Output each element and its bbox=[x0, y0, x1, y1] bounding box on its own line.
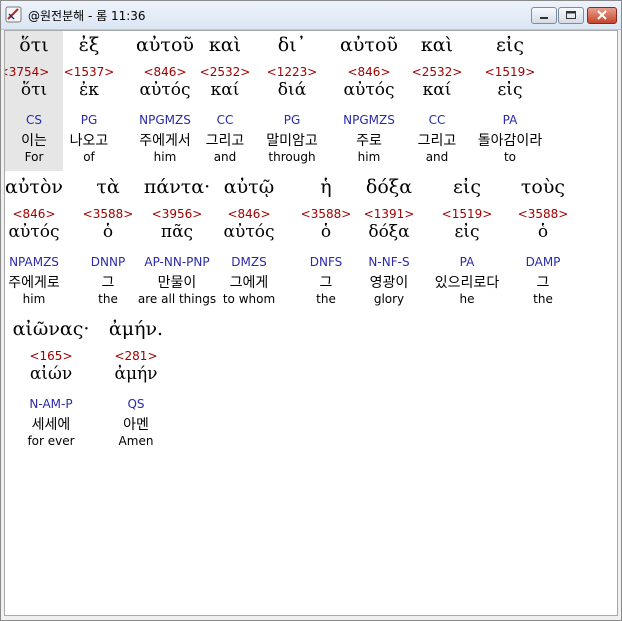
lemma: ὁ bbox=[537, 222, 549, 242]
close-icon bbox=[597, 10, 607, 20]
window-title: @원전분해 - 롬 11:36 bbox=[28, 9, 146, 23]
strong-number[interactable]: <281> bbox=[91, 349, 181, 363]
word-block[interactable]: εἰς <1519> εἰς PA 돌아감이라 to bbox=[475, 31, 545, 171]
korean-gloss: 돌아감이라 bbox=[477, 133, 543, 149]
morph-code: PA bbox=[502, 113, 518, 127]
english-gloss: Amen bbox=[118, 434, 154, 448]
morph-code: DAMP bbox=[525, 255, 561, 269]
word-block[interactable]: τοὺς <3588> ὁ DAMP 그 the bbox=[508, 173, 578, 313]
word-block[interactable]: αἰῶνας· <165> αἰών N-AM-P 세세에 for ever bbox=[13, 315, 90, 455]
strong-number[interactable]: <1519> bbox=[465, 65, 555, 79]
lemma: ἀμήν bbox=[114, 364, 158, 384]
strong-number[interactable]: <1391> bbox=[344, 207, 434, 221]
close-button[interactable] bbox=[587, 7, 617, 24]
app-window: @원전분해 - 롬 11:36 ὅτι<3754>ὅτιCS이는Forἐξ<15… bbox=[0, 0, 622, 621]
morph-code: QS bbox=[127, 397, 145, 411]
maximize-icon bbox=[566, 11, 576, 19]
word-block[interactable]: ἀμήν. <281> ἀμήν QS 아멘 Amen bbox=[101, 315, 171, 455]
minimize-icon bbox=[540, 17, 548, 19]
app-logo-icon[interactable] bbox=[5, 6, 22, 23]
korean-gloss: 그 bbox=[536, 275, 550, 291]
title-bar[interactable]: @원전분해 - 롬 11:36 bbox=[1, 1, 621, 30]
strong-number[interactable]: <165> bbox=[6, 349, 96, 363]
korean-gloss: 아멘 bbox=[123, 417, 149, 433]
strong-number[interactable]: <3588> bbox=[498, 207, 588, 221]
minimize-button[interactable] bbox=[531, 7, 557, 24]
greek-word: ἀμήν. bbox=[108, 318, 164, 340]
maximize-button[interactable] bbox=[558, 7, 584, 24]
greek-word: τοὺς bbox=[520, 176, 566, 198]
greek-word: εἰς bbox=[496, 34, 524, 56]
interlinear-panel[interactable]: ὅτι<3754>ὅτιCS이는Forἐξ<1537>ἐκPG나오고ofαὐτο… bbox=[4, 30, 618, 616]
english-gloss: to bbox=[503, 150, 517, 164]
lemma: εἰς bbox=[497, 80, 523, 100]
english-gloss: the bbox=[533, 292, 553, 306]
